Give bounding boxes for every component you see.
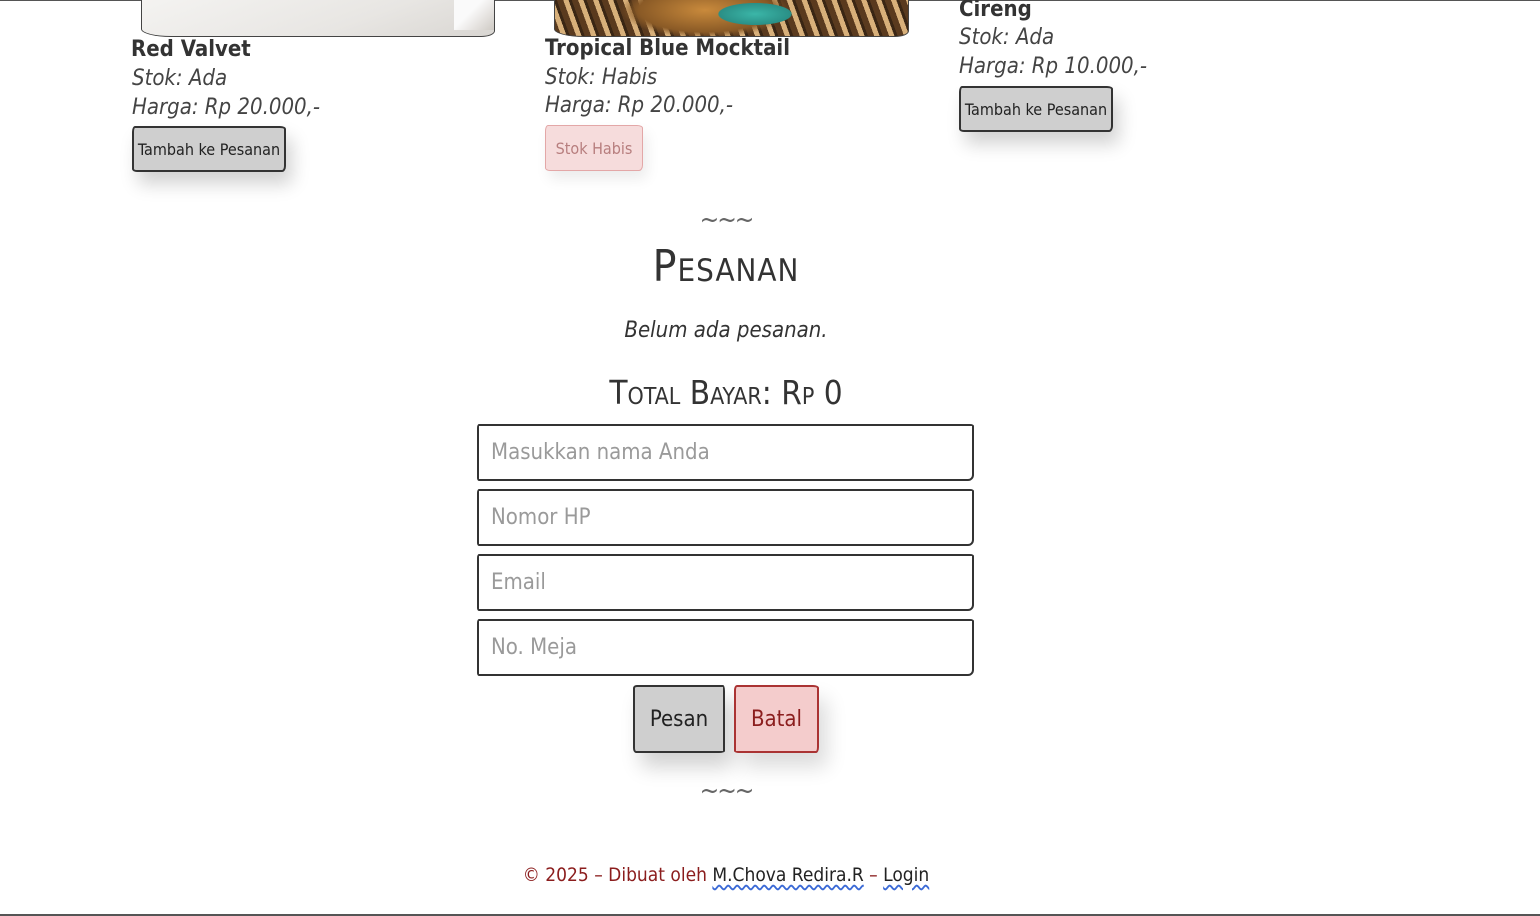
empty-order-message: Belum ada pesanan. [624, 318, 828, 343]
name-input[interactable] [477, 424, 974, 481]
product-price: Harga: Rp 10.000,- [959, 54, 1148, 79]
sold-out-button: Stok Habis [545, 125, 643, 171]
total-payment: Total Bayar: Rp 0 [609, 373, 843, 412]
product-name: Red Valvet [131, 37, 251, 62]
product-image-cake [141, 0, 495, 37]
table-number-input[interactable] [477, 619, 974, 676]
phone-input[interactable] [477, 489, 974, 546]
author-link[interactable]: M.Chova Redira.R [712, 864, 863, 886]
login-link[interactable]: Login [883, 864, 929, 886]
product-name: Tropical Blue Mocktail [545, 36, 790, 61]
section-divider-bottom: ~~~ [699, 776, 755, 806]
product-price: Harga: Rp 20.000,- [132, 95, 321, 120]
footer: © 2025 – Dibuat oleh M.Chova Redira.R – … [0, 864, 1452, 886]
section-divider: ~~~ [699, 205, 755, 235]
cancel-order-button[interactable]: Batal [734, 685, 819, 753]
product-stock: Stok: Ada [959, 25, 1055, 50]
add-to-order-button[interactable]: Tambah ke Pesanan [959, 86, 1113, 132]
product-image-mocktail [554, 0, 909, 37]
product-name: Cireng [959, 0, 1032, 22]
submit-order-button[interactable]: Pesan [633, 685, 725, 753]
footer-copyright: © 2025 – Dibuat oleh [522, 864, 713, 886]
footer-separator: – [863, 864, 884, 886]
email-input[interactable] [477, 554, 974, 611]
order-section-title: Pesanan [652, 241, 800, 292]
product-stock: Stok: Habis [545, 65, 658, 90]
product-stock: Stok: Ada [132, 66, 228, 91]
add-to-order-button[interactable]: Tambah ke Pesanan [132, 126, 286, 172]
product-price: Harga: Rp 20.000,- [545, 93, 734, 118]
